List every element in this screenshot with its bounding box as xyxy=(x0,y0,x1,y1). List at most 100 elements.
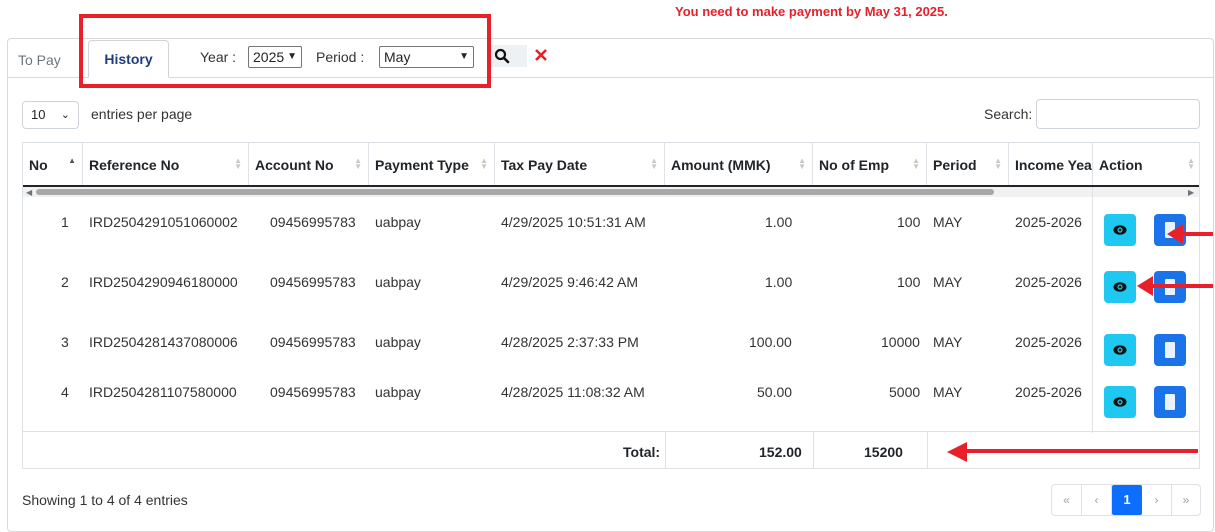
next-page-button[interactable]: › xyxy=(1142,485,1172,515)
history-table: No ▲ Reference No ▲ ▼ Account No ▲ ▼ Payme… xyxy=(22,142,1200,469)
scrollbar-thumb[interactable] xyxy=(36,189,994,195)
entries-select-value: 10 xyxy=(31,107,46,122)
annotation-arrow-total xyxy=(947,442,1198,462)
column-header-label: Action xyxy=(1099,157,1143,173)
total-cell-divider xyxy=(927,432,928,468)
total-amount: 152.00 xyxy=(759,444,802,460)
column-header-no[interactable]: No ▲ xyxy=(23,143,83,185)
view-button[interactable] xyxy=(1104,214,1136,246)
cell-no: 4 xyxy=(61,384,69,400)
last-page-button[interactable]: » xyxy=(1172,485,1200,515)
column-header-account[interactable]: Account No ▲ ▼ xyxy=(249,143,369,185)
column-header-amount[interactable]: Amount (MMK) ▲ ▼ xyxy=(665,143,813,185)
cell-emp: 100 xyxy=(897,274,921,290)
cell-emp: 5000 xyxy=(889,384,921,400)
eye-icon xyxy=(1113,397,1127,407)
sort-icon: ▲ ▼ xyxy=(480,156,488,171)
column-header-label: Period xyxy=(933,157,977,173)
search-input[interactable] xyxy=(1036,99,1200,129)
cell-income-year: 2025-2026 xyxy=(1015,214,1082,230)
cell-no: 3 xyxy=(61,334,69,350)
table-row: 2 IRD2504290946180000 09456995783 uabpay… xyxy=(23,261,1199,309)
scroll-left-icon[interactable]: ◀ xyxy=(26,188,32,197)
cell-period: MAY xyxy=(933,334,963,350)
search-icon xyxy=(494,48,510,64)
cell-date: 4/29/2025 10:51:31 AM xyxy=(501,214,646,230)
previous-page-button[interactable]: ‹ xyxy=(1082,485,1112,515)
cell-amount: 1.00 xyxy=(765,274,793,290)
column-header-label: Tax Pay Date xyxy=(501,157,588,173)
cell-period: MAY xyxy=(933,274,963,290)
cell-reference: IRD2504281437080006 xyxy=(89,334,238,350)
sort-icon: ▲ ▼ xyxy=(1187,156,1195,171)
sort-icon: ▲ ▼ xyxy=(798,156,806,171)
table-row: 3 IRD2504281437080006 09456995783 uabpay… xyxy=(23,321,1199,369)
cell-account: 09456995783 xyxy=(270,214,356,230)
cell-date: 4/28/2025 11:08:32 AM xyxy=(501,384,645,400)
receipt-button[interactable] xyxy=(1154,386,1186,418)
column-header-label: Account No xyxy=(255,157,334,173)
eye-icon xyxy=(1113,282,1127,292)
sort-icon: ▲ ▼ xyxy=(912,156,920,171)
table-row: 4 IRD2504281107580000 09456995783 uabpay… xyxy=(23,371,1199,419)
document-icon xyxy=(1165,342,1175,358)
cell-amount: 50.00 xyxy=(757,384,793,400)
cell-no: 1 xyxy=(61,214,69,230)
cell-payment-type: uabpay xyxy=(375,214,421,230)
cell-period: MAY xyxy=(933,214,963,230)
payment-deadline-notice: You need to make payment by May 31, 2025… xyxy=(675,4,948,19)
column-header-reference[interactable]: Reference No ▲ ▼ xyxy=(83,143,249,185)
sort-asc-icon: ▲ xyxy=(68,156,76,165)
total-divider xyxy=(23,431,1199,432)
view-button[interactable] xyxy=(1104,271,1136,303)
column-header-no-of-emp[interactable]: No of Emp ▲ ▼ xyxy=(813,143,927,185)
column-header-tax-pay-date[interactable]: Tax Pay Date ▲ ▼ xyxy=(495,143,665,185)
cell-income-year: 2025-2026 xyxy=(1015,334,1082,350)
cell-date: 4/28/2025 2:37:33 PM xyxy=(501,334,639,350)
table-row: 1 IRD2504291051060002 09456995783 uabpay… xyxy=(23,201,1199,249)
sort-icon: ▲ ▼ xyxy=(650,156,658,171)
first-page-button[interactable]: « xyxy=(1052,485,1082,515)
scroll-right-icon[interactable]: ▶ xyxy=(1188,188,1194,197)
cell-account: 09456995783 xyxy=(270,384,356,400)
search-button[interactable] xyxy=(491,45,527,67)
table-info: Showing 1 to 4 of 4 entries xyxy=(22,492,188,508)
view-button[interactable] xyxy=(1104,334,1136,366)
cell-date: 4/29/2025 9:46:42 AM xyxy=(501,274,638,290)
cell-reference: IRD2504281107580000 xyxy=(89,384,237,400)
tab-to-pay[interactable]: To Pay xyxy=(18,48,78,78)
filter-highlight-box xyxy=(79,14,491,88)
cell-payment-type: uabpay xyxy=(375,274,421,290)
column-header-action[interactable]: Action ▲ ▼ xyxy=(1093,143,1199,185)
sort-icon: ▲ ▼ xyxy=(994,156,1002,171)
entries-per-page-select[interactable]: 10 ⌄ xyxy=(22,101,79,129)
cell-no: 2 xyxy=(61,274,69,290)
page-1-button[interactable]: 1 xyxy=(1112,485,1142,515)
close-icon xyxy=(535,49,547,61)
search-label: Search: xyxy=(984,106,1033,122)
cell-reference: IRD2504290946180000 xyxy=(89,274,238,290)
chevron-down-icon: ⌄ xyxy=(60,109,70,121)
column-header-label: Payment Type xyxy=(375,157,469,173)
column-header-label: Reference No xyxy=(89,157,180,173)
column-header-payment-type[interactable]: Payment Type ▲ ▼ xyxy=(369,143,495,185)
entries-per-page-label: entries per page xyxy=(91,106,193,122)
view-button[interactable] xyxy=(1104,386,1136,418)
cell-amount: 100.00 xyxy=(749,334,792,350)
cell-payment-type: uabpay xyxy=(375,334,421,350)
column-header-label: No xyxy=(29,157,48,173)
total-emp: 15200 xyxy=(864,444,903,460)
cell-income-year: 2025-2026 xyxy=(1015,384,1082,400)
column-header-label: Amount (MMK) xyxy=(671,157,771,173)
cell-period: MAY xyxy=(933,384,963,400)
column-header-period[interactable]: Period ▲ ▼ xyxy=(927,143,1009,185)
receipt-button[interactable] xyxy=(1154,334,1186,366)
cell-emp: 10000 xyxy=(881,334,920,350)
total-cell-divider xyxy=(665,432,666,468)
sort-icon: ▲ ▼ xyxy=(234,156,242,171)
document-icon xyxy=(1165,394,1175,410)
column-header-income-year[interactable]: Income Yea xyxy=(1009,143,1093,185)
eye-icon xyxy=(1113,225,1127,235)
cell-payment-type: uabpay xyxy=(375,384,421,400)
column-header-label: Income Yea xyxy=(1015,157,1092,173)
